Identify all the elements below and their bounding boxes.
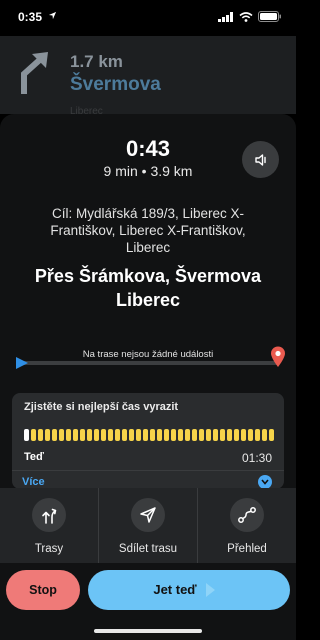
play-arrow-icon [206,583,215,597]
departure-bar [199,429,204,441]
departure-bar [87,429,92,441]
departure-bar [269,429,274,441]
overview-icon [230,498,264,532]
departure-bar [241,429,246,441]
departure-bar [38,429,43,441]
turn-instruction-panel[interactable]: 1.7 km Švermova [0,36,296,114]
departure-bar [136,429,141,441]
departure-bar [80,429,85,441]
turn-distance: 1.7 km [70,52,123,71]
departure-bar [262,429,267,441]
departure-bar [185,429,190,441]
go-now-label: Jet teď [153,582,197,597]
status-bar: 0:35 [0,0,296,36]
go-now-button[interactable]: Jet teď [88,570,290,610]
departure-bar [206,429,211,441]
chevron-down-icon[interactable] [258,475,272,489]
turn-right-arrow-icon [21,52,48,94]
departure-bar [24,429,29,441]
departure-bar [59,429,64,441]
wifi-icon [239,11,253,22]
stop-button[interactable]: Stop [6,570,80,610]
share-route-label: Sdílet trasu [118,543,178,555]
home-indicator[interactable] [94,629,202,633]
departure-bar [73,429,78,441]
departure-bar [234,429,239,441]
share-route-icon [131,498,165,532]
signal-icon [218,11,233,22]
route-via-line1: Přes Šrámkova, Švermova [34,266,262,286]
departure-bar [220,429,225,441]
trip-separator: • [141,163,147,179]
overview-label: Přehled [227,543,267,555]
location-arrow-icon [48,11,57,20]
routes-icon [32,498,66,532]
route-events-label: Na trase nejsou žádné události [82,349,214,360]
best-departure-card[interactable]: Zjistěte si nejlepší čas vyrazit Teď 01:… [12,393,284,489]
routes-button[interactable]: Trasy [0,488,99,563]
departure-bar [45,429,50,441]
departure-traffic-bars [24,429,274,441]
more-link[interactable]: Více [22,476,45,488]
departure-bar [108,429,113,441]
departure-card-title: Zjistěte si nejlepší čas vyrazit [24,401,179,413]
departure-bar [157,429,162,441]
action-bar: Trasy Sdílet trasu Přehled [0,488,296,563]
departure-bar [31,429,36,441]
departure-bar [150,429,155,441]
route-progress-track [22,361,280,365]
route-via-line2: Liberec [115,290,181,310]
departure-bar [52,429,57,441]
routes-label: Trasy [34,543,64,555]
departure-bar [164,429,169,441]
turn-street-name: Švermova [70,74,161,95]
sound-button[interactable] [242,141,279,178]
departure-bar [255,429,260,441]
departure-bar [143,429,148,441]
departure-bar [227,429,232,441]
destination-address: Cíl: Mydlářská 189/3, Liberec X-Františk… [50,206,246,255]
current-position-icon [16,357,28,369]
route-via: Přes Šrámkova, Švermova Liberec [10,264,286,312]
speaker-icon [254,153,266,166]
destination-pin-icon [271,346,285,367]
system-icons [218,11,282,22]
trip-distance: 3.9 km [150,163,193,179]
departure-bar [94,429,99,441]
departure-bar [129,429,134,441]
departure-bar [101,429,106,441]
departure-bar [171,429,176,441]
more-row[interactable]: Více [12,470,284,489]
departure-bar [213,429,218,441]
battery-icon [258,11,281,22]
departure-bar [248,429,253,441]
status-time: 0:35 [18,10,43,24]
overview-button[interactable]: Přehled [198,488,296,563]
departure-bar [122,429,127,441]
now-label: Teď [24,451,44,463]
end-time-label: 01:30 [241,451,272,465]
departure-bar [66,429,71,441]
departure-bar [178,429,183,441]
trip-duration: 9 min [103,163,138,179]
departure-bar [192,429,197,441]
departure-bar [115,429,120,441]
share-route-button[interactable]: Sdílet trasu [99,488,198,563]
